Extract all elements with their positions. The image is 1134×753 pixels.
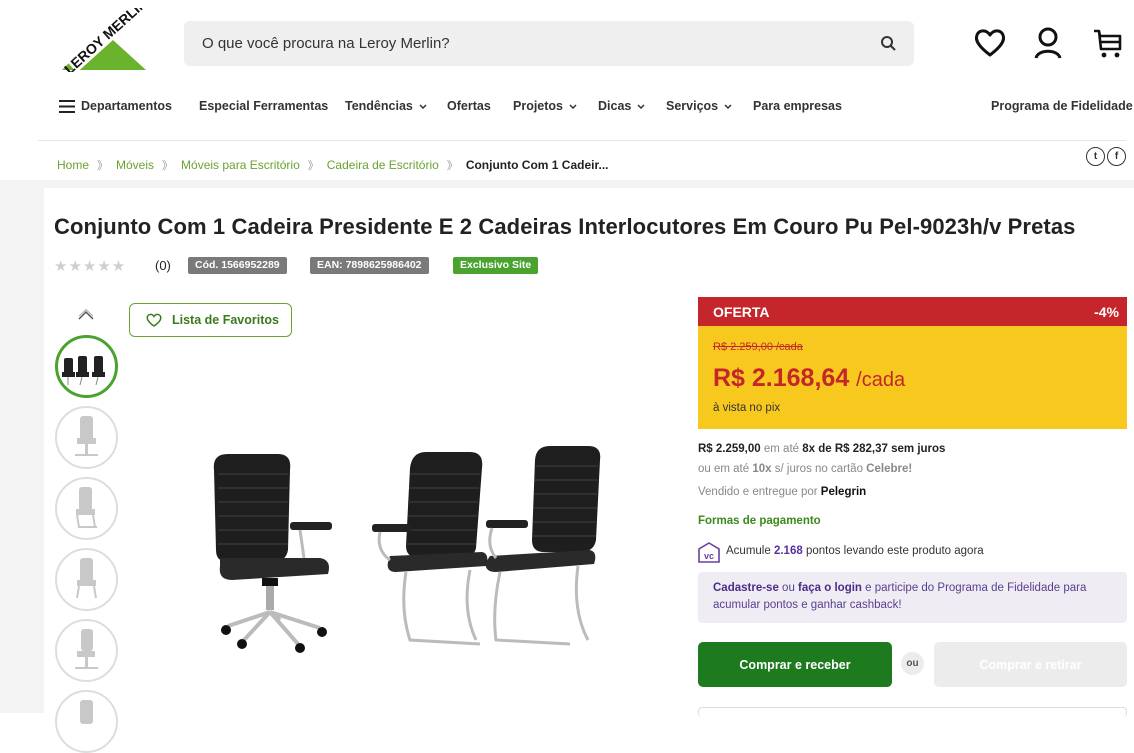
- nav-label: Dicas: [598, 99, 632, 113]
- nav-item-para-empresas[interactable]: Para empresas: [753, 99, 842, 113]
- seller-name[interactable]: Pelegrin: [821, 486, 866, 498]
- heart-icon[interactable]: [972, 25, 1008, 61]
- main-nav: Departamentos Especial Ferramentas Tendê…: [0, 94, 1134, 120]
- nav-label: Programa de Fidelidade: [991, 99, 1133, 113]
- breadcrumb-separator-icon: 》: [162, 160, 174, 172]
- chevron-up-icon[interactable]: [76, 308, 96, 320]
- installment-full-price: R$ 2.259,00: [698, 443, 761, 455]
- installment-em: em até: [763, 443, 800, 455]
- nav-item-servicos[interactable]: Serviços: [666, 99, 732, 113]
- breadcrumb-moveis[interactable]: Móveis: [116, 158, 154, 172]
- nav-label: Especial Ferramentas: [199, 99, 329, 113]
- points-post: pontos levando este produto agora: [805, 545, 984, 557]
- search-icon[interactable]: [878, 33, 900, 55]
- exclusive-badge: Exclusivo Site: [453, 257, 539, 274]
- review-count[interactable]: (0): [155, 258, 171, 273]
- nav-label: Ofertas: [447, 99, 491, 113]
- breadcrumb: Home 》 Móveis 》 Móveis para Escritório 》…: [57, 157, 609, 173]
- cart-icon[interactable]: [1090, 25, 1126, 61]
- card-name: Celebre!: [866, 463, 913, 475]
- add-to-favorites-button[interactable]: Lista de Favoritos: [129, 303, 292, 337]
- pix-note: à vista no pix: [713, 402, 781, 414]
- product-code-badge: Cód. 1566952289: [188, 257, 287, 274]
- old-price: R$ 2.259,00 /cada: [713, 341, 803, 353]
- nav-label: Para empresas: [753, 99, 842, 113]
- nav-item-tendencias[interactable]: Tendências: [345, 99, 427, 113]
- divider: [38, 140, 1126, 141]
- leroy-merlin-logo[interactable]: LEROY MERLIN: [54, 0, 154, 77]
- discount-badge: -4%: [1094, 304, 1119, 320]
- loyalty-program-box: Cadastre-se ou faça o login e participe …: [698, 572, 1127, 623]
- card-pre: ou em até: [698, 463, 750, 475]
- nav-item-ofertas[interactable]: Ofertas: [447, 99, 491, 113]
- heart-outline-icon: [146, 313, 162, 327]
- offer-banner: OFERTA -4%: [698, 297, 1127, 326]
- chevron-down-icon: [724, 103, 732, 109]
- ean-badge: EAN: 7898625986402: [310, 257, 429, 274]
- nav-label: Tendências: [345, 99, 413, 113]
- card-installment-line: ou em até 10x s/ juros no cartão Celebre…: [698, 463, 912, 475]
- hamburger-icon: [59, 99, 75, 113]
- search-bar: [184, 21, 914, 66]
- search-input[interactable]: [202, 21, 842, 66]
- loyalty-points-icon: vc: [698, 542, 720, 564]
- breadcrumb-separator-icon: 》: [97, 160, 109, 172]
- nav-item-fidelidade[interactable]: Programa de Fidelidade: [991, 99, 1133, 113]
- chevron-down-icon: [569, 103, 577, 109]
- loyalty-or: ou: [782, 582, 795, 594]
- price-value: R$ 2.168,64: [713, 364, 850, 392]
- nav-item-projetos[interactable]: Projetos: [513, 99, 577, 113]
- facebook-icon[interactable]: f: [1107, 147, 1126, 166]
- payment-methods-link[interactable]: Formas de pagamento: [698, 515, 821, 527]
- breadcrumb-home[interactable]: Home: [57, 158, 89, 172]
- price-unit: /cada: [856, 369, 906, 391]
- shipping-box: [698, 707, 1127, 717]
- buy-and-receive-button[interactable]: Comprar e receber: [698, 642, 892, 687]
- twitter-icon[interactable]: t: [1086, 147, 1105, 166]
- points-value: 2.168: [773, 545, 803, 557]
- gallery-thumbnail[interactable]: [55, 335, 118, 398]
- nav-item-especial-ferramentas[interactable]: Especial Ferramentas: [199, 99, 328, 113]
- card-times: 10x: [752, 463, 772, 475]
- nav-label: Serviços: [666, 99, 719, 113]
- product-main-image[interactable]: [200, 440, 620, 660]
- login-link[interactable]: faça o login: [798, 582, 862, 594]
- chair-illustration: [213, 454, 332, 653]
- departments-menu[interactable]: Departamentos: [59, 99, 172, 113]
- nav-label: Projetos: [513, 99, 564, 113]
- gallery-thumbnail[interactable]: [55, 690, 118, 753]
- seller-line: Vendido e entregue por Pelegrin: [698, 486, 866, 498]
- breadcrumb-cadeira-escritorio[interactable]: Cadeira de Escritório: [327, 158, 439, 172]
- nav-item-dicas[interactable]: Dicas: [598, 99, 645, 113]
- points-pre: Acumule: [726, 545, 771, 557]
- favorites-label: Lista de Favoritos: [172, 313, 279, 327]
- seller-pre: Vendido e entregue por: [698, 486, 818, 498]
- card-mid: s/ juros no cartão: [774, 463, 863, 475]
- gallery-thumbnail[interactable]: [55, 406, 118, 469]
- gallery-thumbnail[interactable]: [55, 619, 118, 682]
- gallery-thumbnail[interactable]: [55, 477, 118, 540]
- svg-text:vc: vc: [704, 551, 714, 561]
- rating-stars-icon[interactable]: ★★★★★: [54, 257, 126, 275]
- breadcrumb-moveis-escritorio[interactable]: Móveis para Escritório: [181, 158, 300, 172]
- buy-and-pickup-button[interactable]: Comprar e retirar: [934, 642, 1127, 687]
- installment-text: 8x de R$ 282,37 sem juros: [802, 443, 946, 455]
- offer-label: OFERTA: [713, 304, 770, 320]
- breadcrumb-current: Conjunto Com 1 Cadeir...: [465, 158, 609, 172]
- product-title: Conjunto Com 1 Cadeira Presidente E 2 Ca…: [54, 214, 1076, 239]
- breadcrumb-separator-icon: 》: [446, 160, 458, 172]
- departments-label: Departamentos: [81, 99, 172, 113]
- gallery-thumbnail[interactable]: [55, 548, 118, 611]
- breadcrumb-separator-icon: 》: [307, 160, 319, 172]
- points-line: Acumule 2.168 pontos levando este produt…: [726, 545, 984, 557]
- or-separator: ou: [901, 652, 924, 675]
- user-icon[interactable]: [1030, 25, 1066, 61]
- chevron-down-icon: [637, 103, 645, 109]
- installment-line: R$ 2.259,00 em até 8x de R$ 282,37 sem j…: [698, 443, 945, 455]
- current-price: R$ 2.168,64 /cada: [713, 364, 905, 393]
- chevron-down-icon: [419, 103, 427, 109]
- register-link[interactable]: Cadastre-se: [713, 582, 779, 594]
